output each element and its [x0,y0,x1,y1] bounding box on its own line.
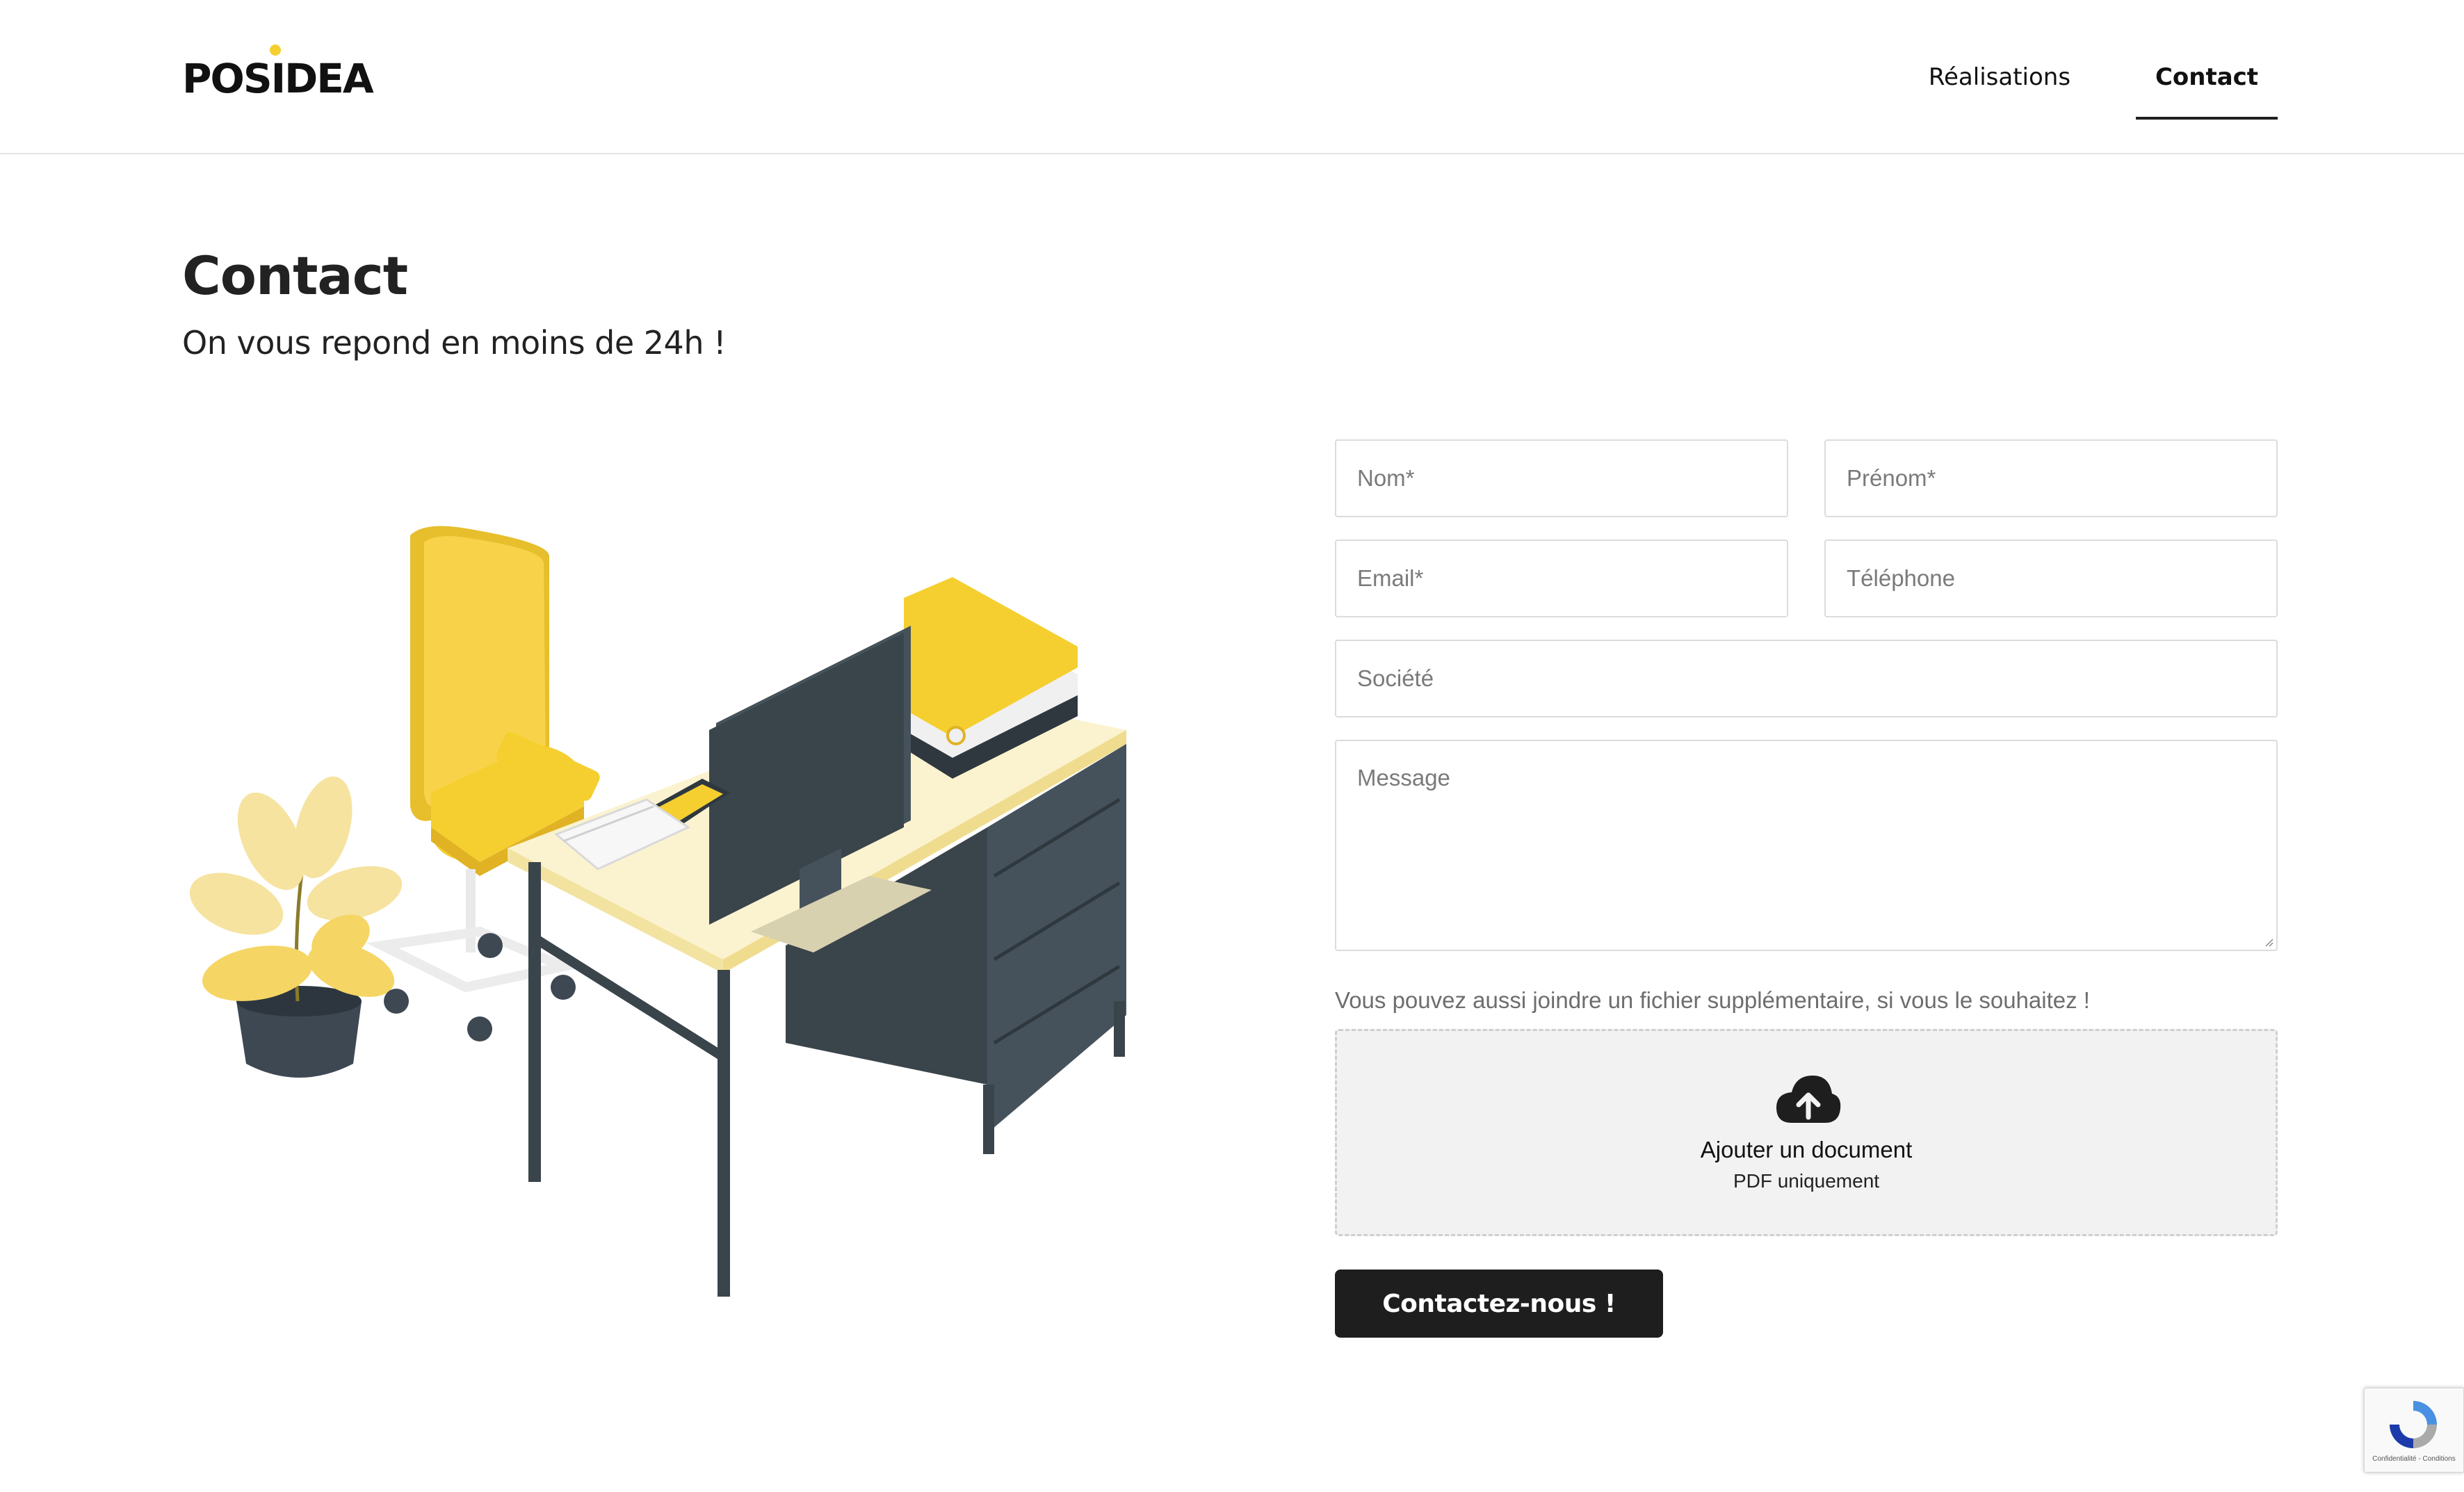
recaptcha-badge[interactable]: Confidentialité - Conditions [2364,1388,2464,1473]
prenom-field[interactable]: Prénom* [1824,439,2278,517]
nav-item-realisations[interactable]: Réalisations [1909,0,2090,154]
recaptcha-icon [2390,1401,2437,1448]
main-nav: Réalisations Contact [1909,0,2278,154]
attachment-hint: Vous pouvez aussi joindre un fichier sup… [1335,987,2090,1013]
telephone-field[interactable]: Téléphone [1824,540,2278,617]
nav-item-contact[interactable]: Contact [2136,0,2278,154]
upload-title: Ajouter un document [1700,1137,1913,1162]
upload-dropzone[interactable]: Ajouter un document PDF uniquement [1335,1029,2278,1236]
active-nav-underline [2136,117,2278,120]
resize-grip-icon[interactable] [2262,936,2273,947]
submit-button[interactable]: Contactez-nous ! [1335,1270,1663,1338]
email-field[interactable]: Email* [1335,540,1788,617]
logo-text: POSIDEA [182,55,374,102]
logo-dot [270,44,281,56]
nav-item-contact-label: Contact [2155,63,2259,91]
upload-subtitle: PDF uniquement [1733,1170,1880,1192]
site-header: POSIDEA Réalisations Contact [0,0,2464,154]
plant-illustration [189,776,403,1078]
page-title: Contact [182,245,408,307]
societe-field[interactable]: Société [1335,640,2278,717]
nom-field[interactable]: Nom* [1335,439,1788,517]
cloud-upload-icon [1776,1076,1841,1123]
office-desk-illustration [189,526,1126,1297]
page-subtitle: On vous repond en moins de 24h ! [182,324,727,362]
message-textarea[interactable]: Message [1335,740,2278,951]
posidea-logo[interactable]: POSIDEA [182,44,374,103]
monitor-illustration [709,626,932,952]
message-placeholder: Message [1357,765,1450,790]
recaptcha-links[interactable]: Confidentialité - Conditions [2365,1455,2463,1463]
